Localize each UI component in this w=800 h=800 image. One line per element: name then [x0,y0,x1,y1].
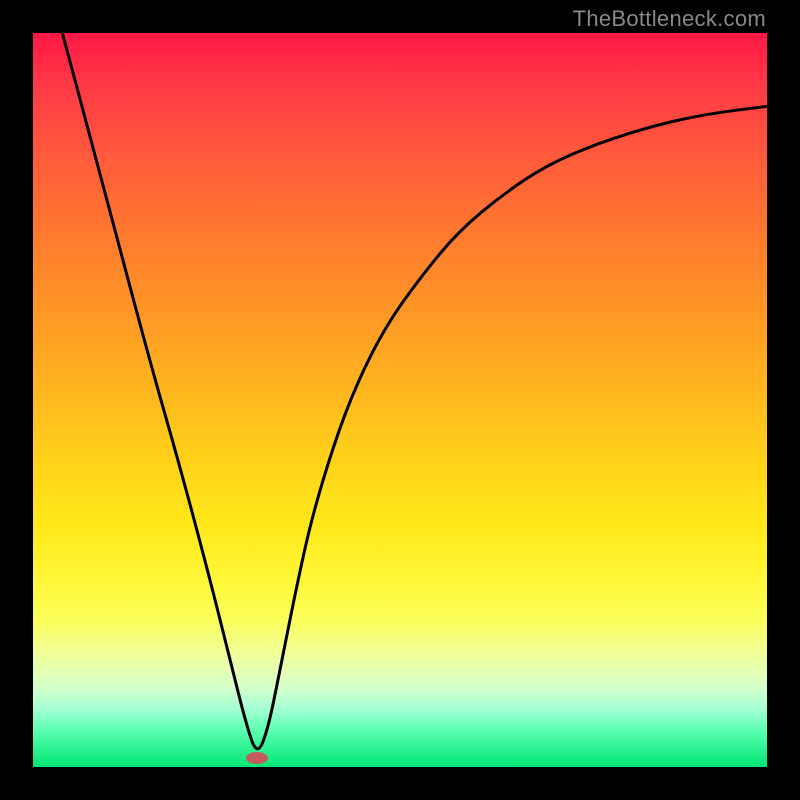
curve-svg [33,33,767,767]
plot-area [33,33,767,767]
bottleneck-curve [62,33,767,749]
watermark-text: TheBottleneck.com [573,6,766,32]
chart-container: TheBottleneck.com [0,0,800,800]
